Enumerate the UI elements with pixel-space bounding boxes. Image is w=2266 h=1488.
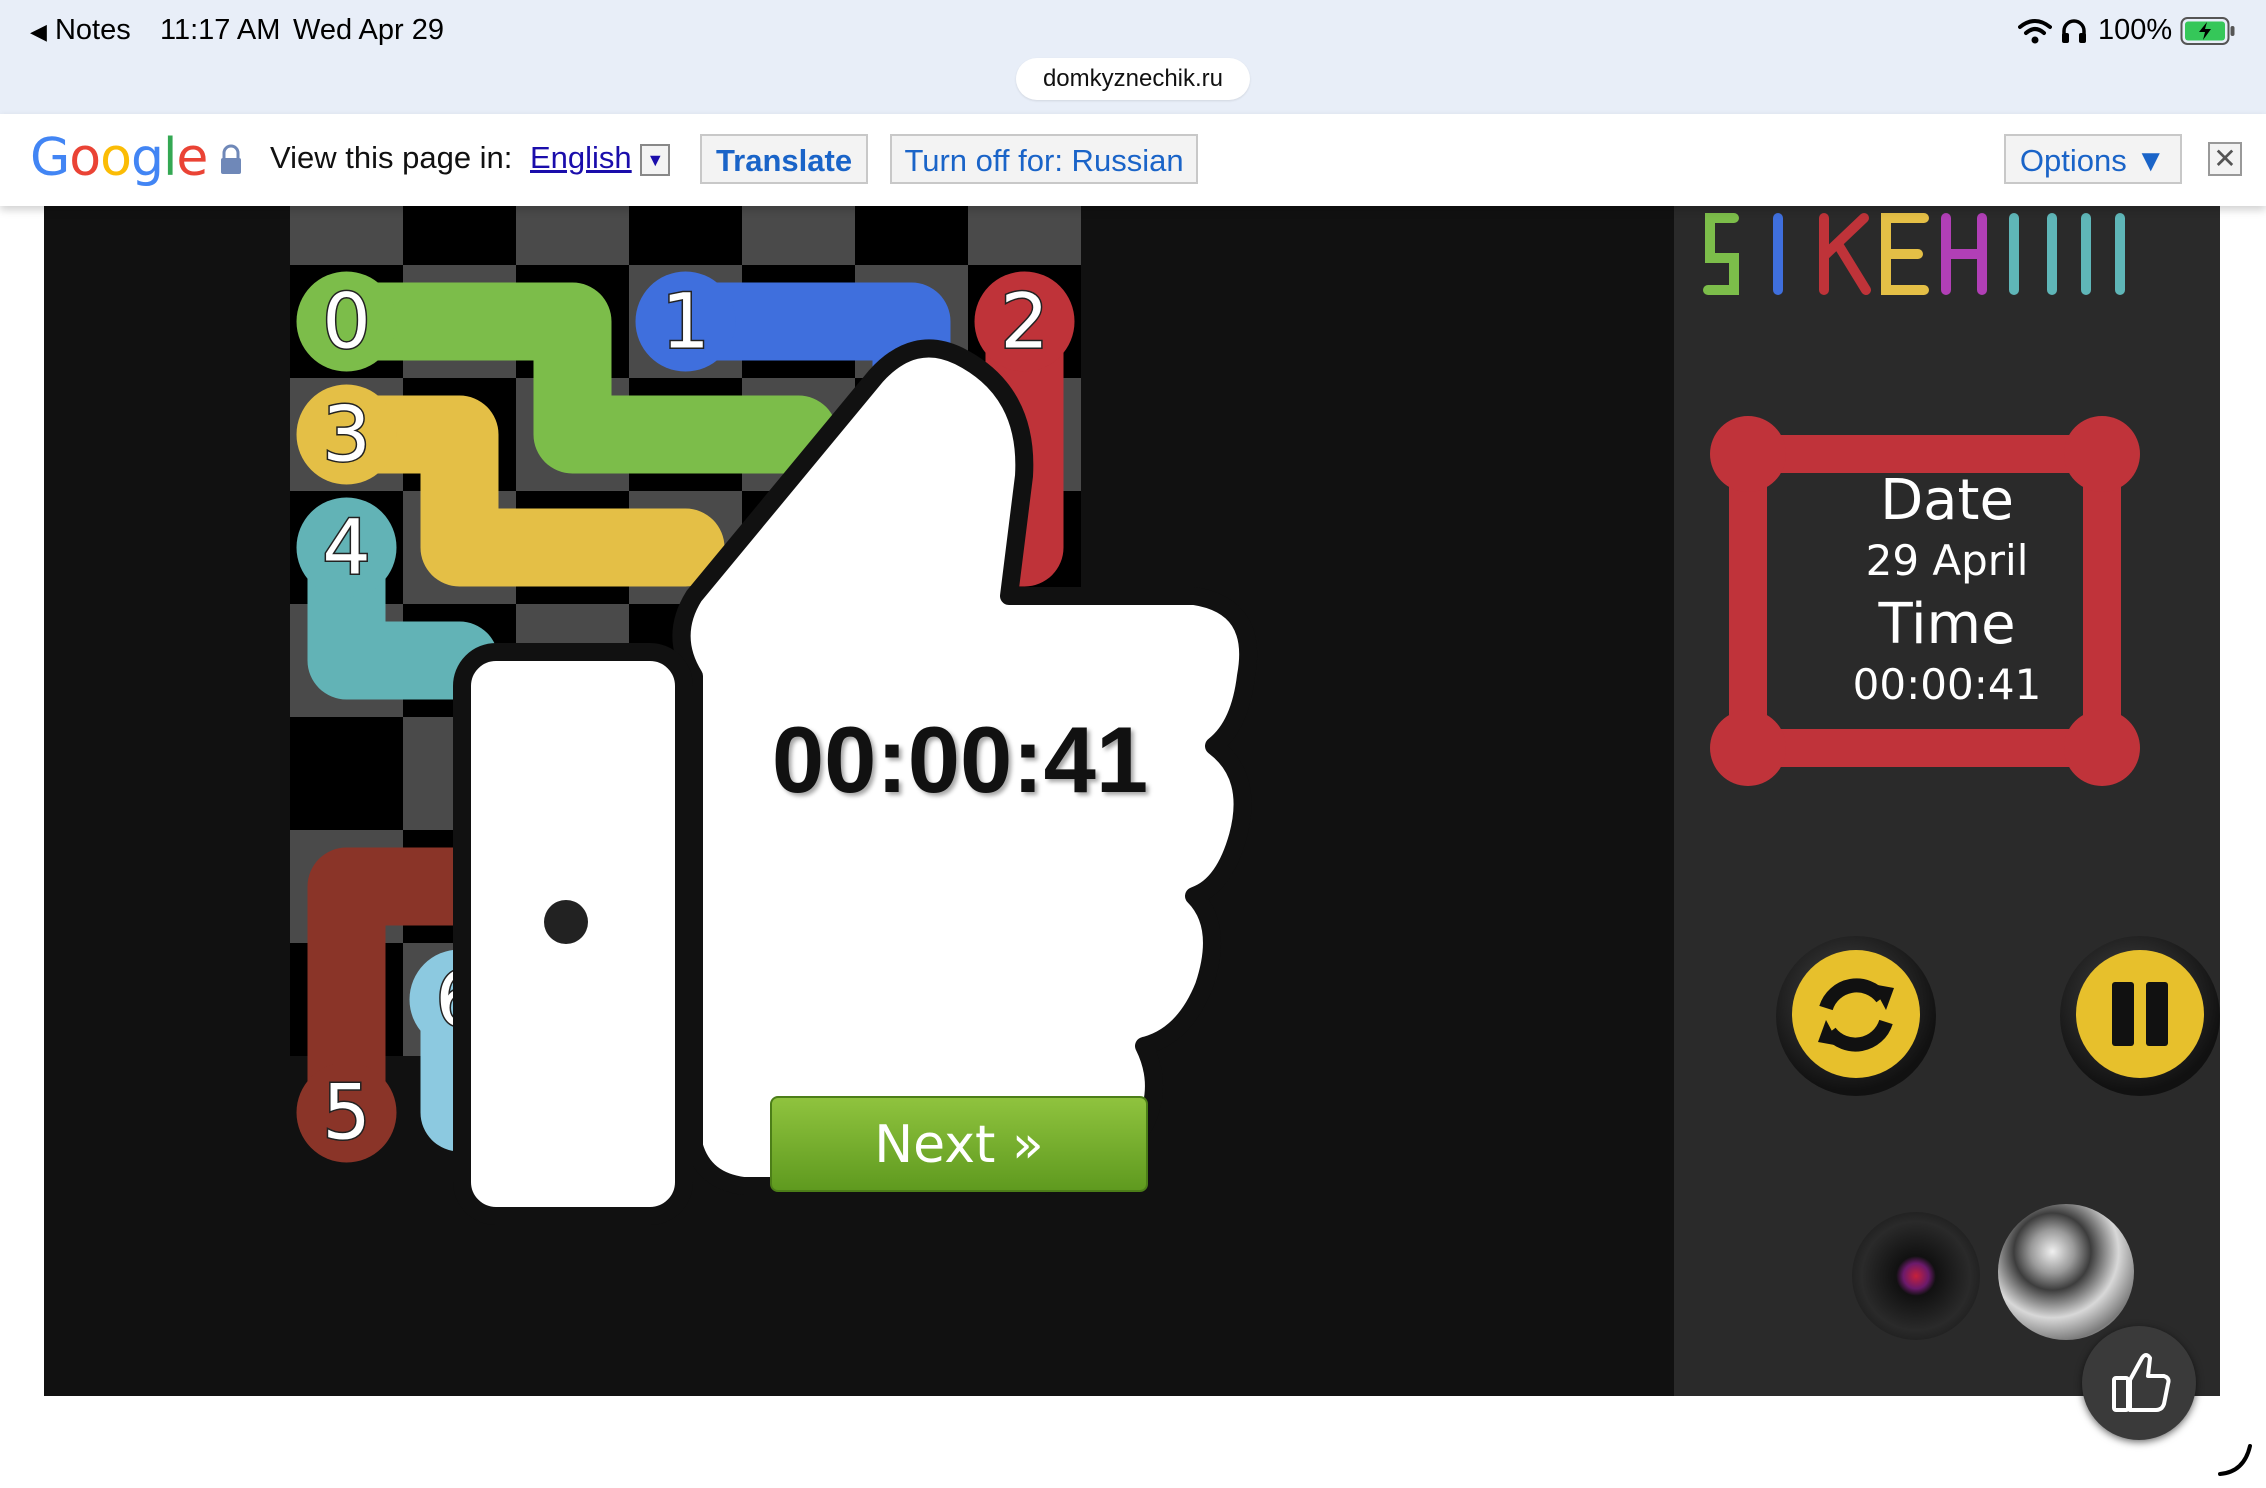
close-translate-button[interactable]: ✕ (2208, 142, 2242, 176)
turn-off-russian-button[interactable]: Turn off for: Russian (890, 134, 1198, 184)
game-sidebar: Date 29 April Time 00:00:41 (1674, 206, 2220, 1396)
language-value: English (530, 140, 632, 175)
endpoint-label-5: 5 (322, 1068, 370, 1157)
board-cell[interactable] (629, 206, 742, 265)
url-bar[interactable]: domkyznechik.ru (1016, 58, 1250, 100)
url-text: domkyznechik.ru (1042, 65, 1224, 92)
date-label: Date (1880, 468, 2014, 533)
sound-toggle-button[interactable] (1998, 1204, 2134, 1340)
like-button[interactable] (2082, 1326, 2196, 1440)
endpoint-label-2: 2 (1000, 277, 1048, 366)
battery-icon (2180, 17, 2235, 45)
time-label: Time (1878, 592, 2016, 657)
board-cell[interactable] (290, 206, 403, 265)
lock-icon (221, 144, 241, 174)
pause-button[interactable] (2060, 936, 2220, 1096)
back-to-notes[interactable]: ◀ Notes (30, 14, 131, 47)
language-select[interactable]: English ▼ (530, 140, 671, 176)
game-area: 012314265350 00:00:41 Next » (44, 206, 2220, 1396)
cuff-button (544, 900, 588, 944)
resize-handle-icon (2218, 1444, 2252, 1476)
board-cell[interactable] (855, 206, 968, 265)
options-button[interactable]: Options ▼ (2004, 134, 2182, 184)
board-cell[interactable] (742, 206, 855, 265)
next-button-label: Next » (874, 1115, 1044, 1175)
next-button[interactable]: Next » (770, 1096, 1148, 1192)
dropdown-arrow-icon: ▼ (640, 143, 671, 176)
board-cell[interactable] (403, 206, 516, 265)
back-app-label: Notes (54, 14, 131, 46)
status-bar: ◀ Notes 11:17 AM Wed Apr 29 100% domkyzn… (0, 0, 2266, 114)
translate-prompt: View this page in: (270, 140, 513, 175)
thumbs-up-icon (2112, 1353, 2171, 1412)
clock: 11:17 AM (160, 14, 281, 46)
translate-button-label: Translate (715, 143, 853, 178)
wifi-icon (2018, 19, 2052, 44)
back-arrow-icon: ◀ (30, 19, 47, 44)
pause-icon (2076, 950, 2204, 1078)
restart-button[interactable] (1776, 936, 1936, 1096)
endpoint-label-3: 3 (322, 390, 370, 479)
google-translate-bar: Google View this page in: English ▼ Tran… (0, 114, 2266, 206)
win-time: 00:00:41 (771, 707, 1149, 812)
close-icon: ✕ (2213, 143, 2237, 174)
battery-percent: 100% (2098, 14, 2173, 46)
options-label: Options ▼ (2019, 143, 2167, 178)
board-cell[interactable] (516, 206, 629, 265)
translate-button[interactable]: Translate (700, 134, 868, 184)
status-date: Wed Apr 29 (293, 14, 445, 46)
google-logo: Google (30, 128, 208, 188)
endpoint-label-4: 4 (322, 503, 370, 592)
turn-off-label: Turn off for: Russian (904, 143, 1184, 178)
time-value: 00:00:41 (1852, 660, 2042, 709)
endpoint-label-1: 1 (661, 277, 709, 366)
board-cell[interactable] (290, 717, 403, 830)
game-logo (1703, 213, 2125, 295)
music-toggle-button[interactable] (1852, 1212, 1980, 1340)
restart-icon (1792, 950, 1920, 1078)
date-value: 29 April (1865, 536, 2029, 585)
headphones-icon (2062, 19, 2086, 43)
endpoint-label-0: 0 (322, 277, 370, 366)
board-cell[interactable] (968, 206, 1081, 265)
